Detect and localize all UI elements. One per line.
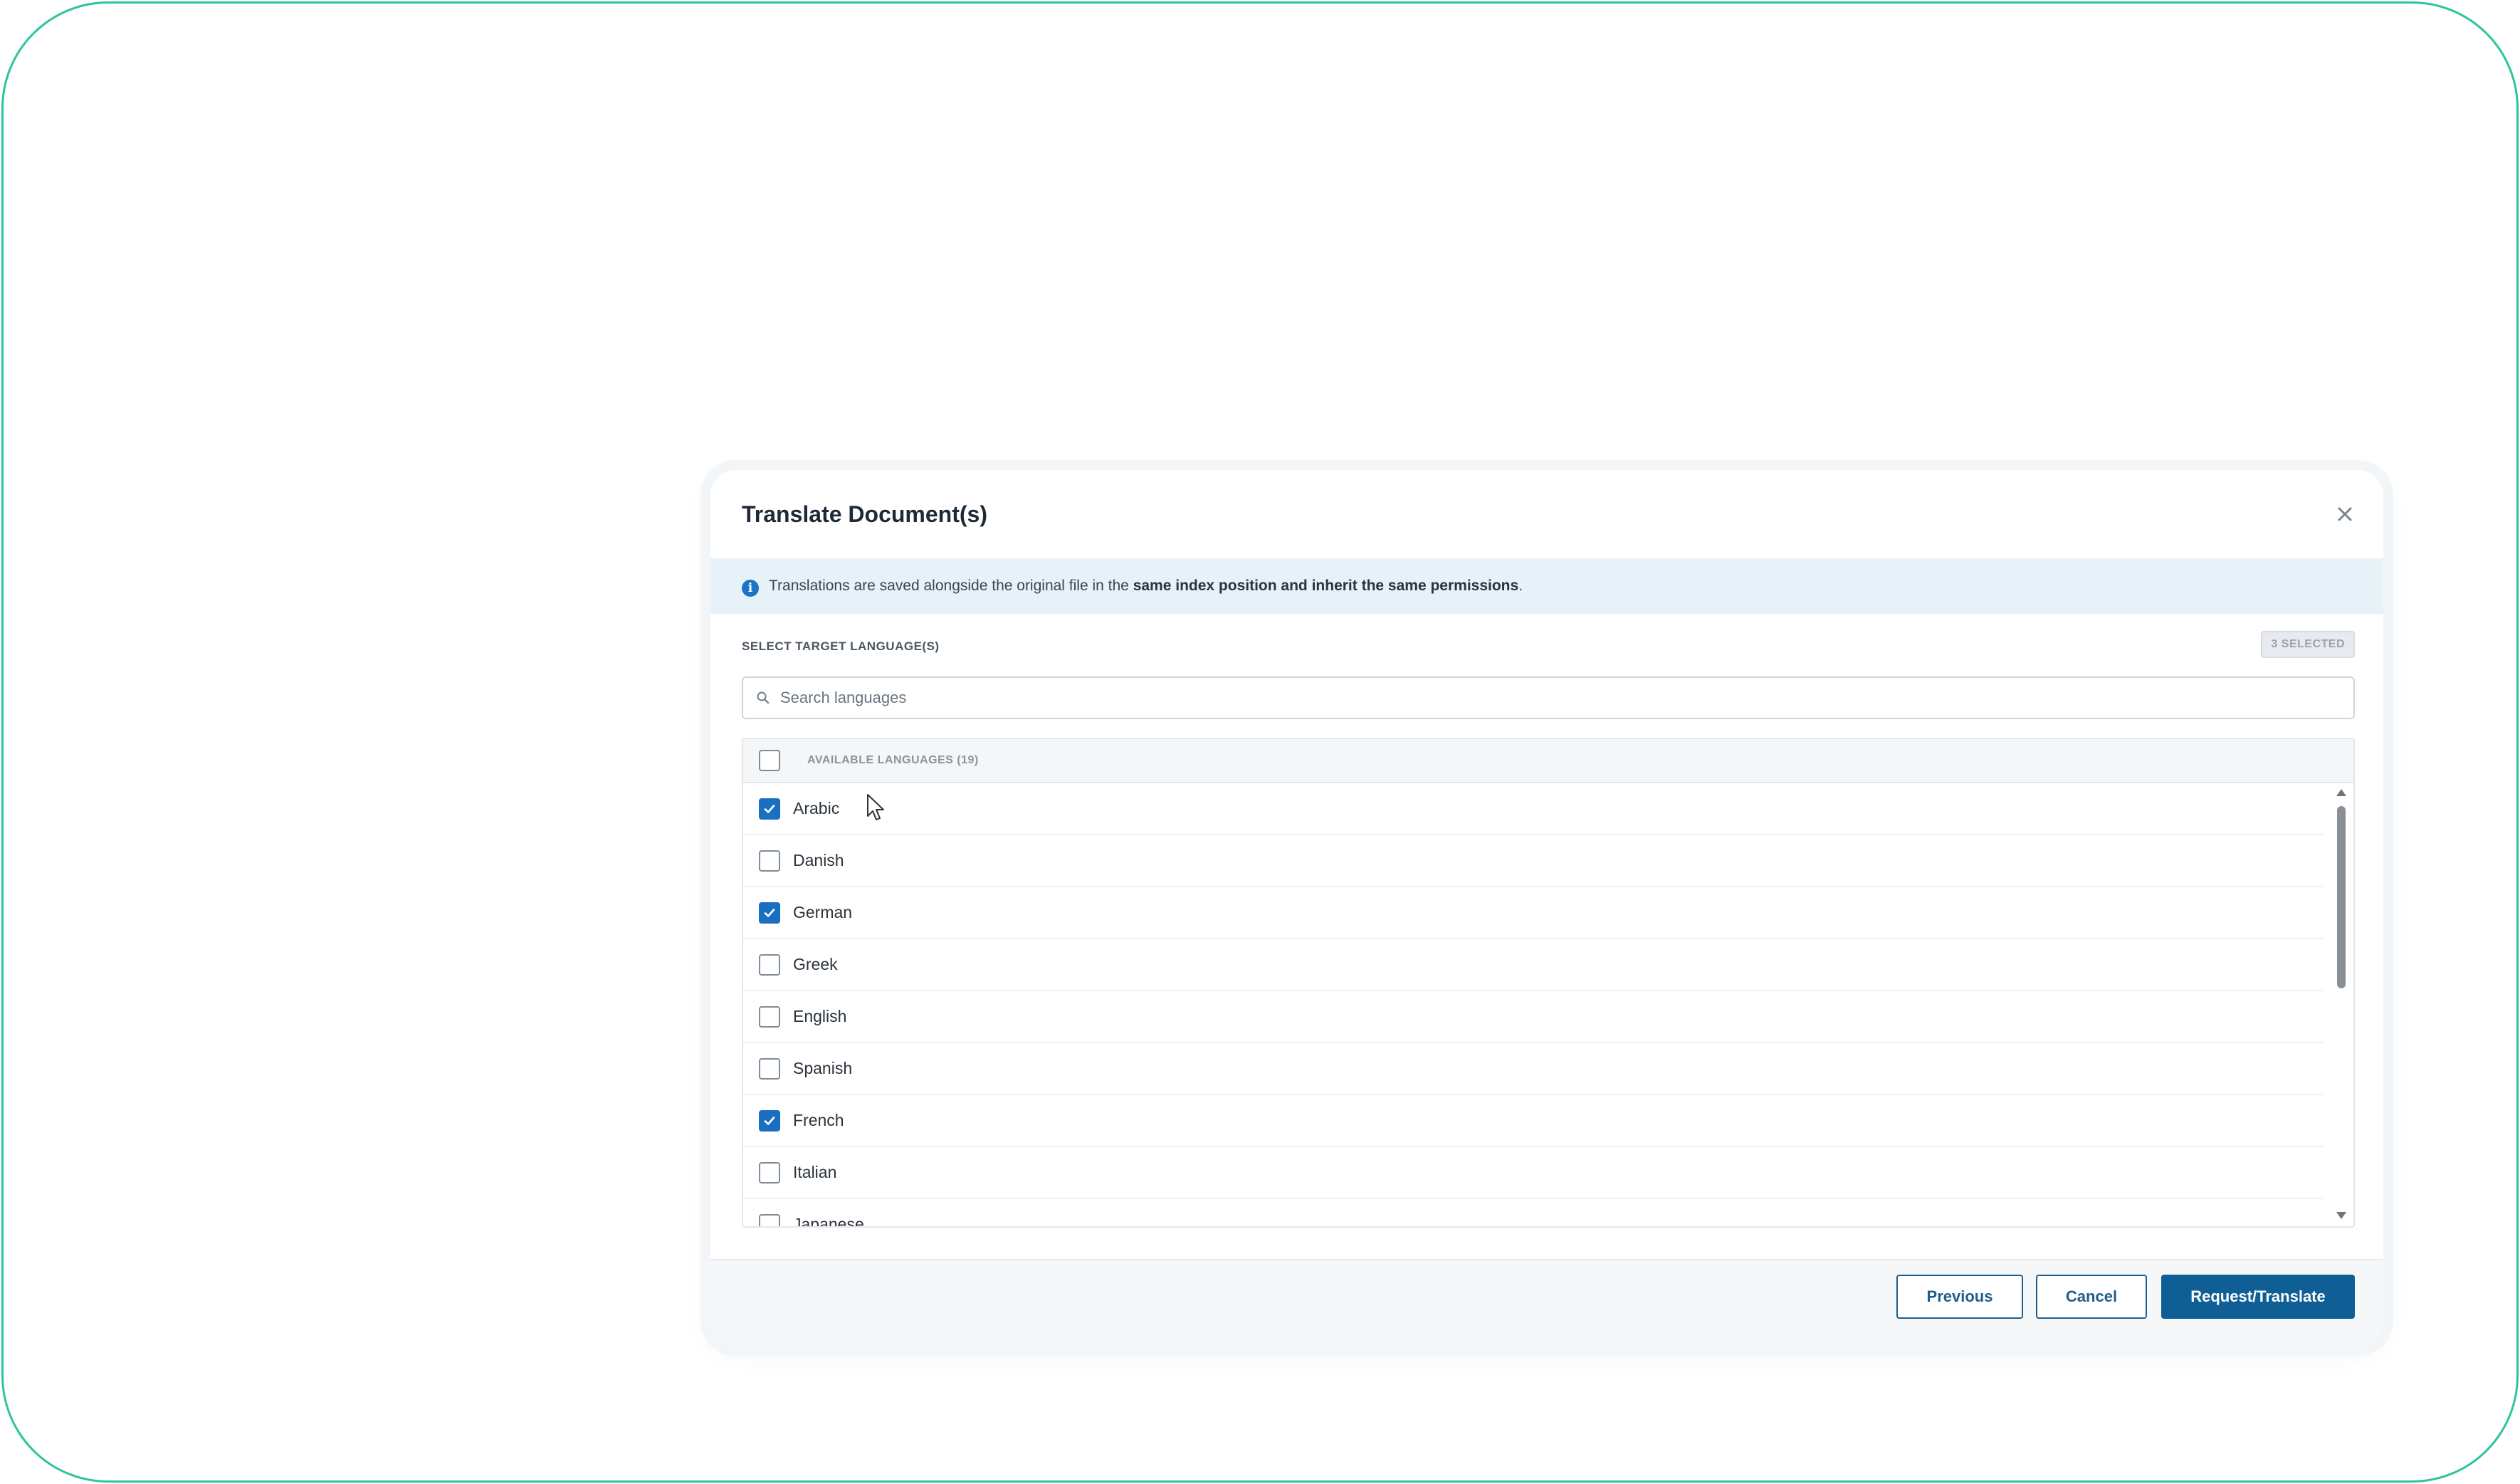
language-row[interactable]: Greek: [743, 939, 2324, 991]
list-scrollbar[interactable]: [2331, 783, 2349, 1226]
select-all-checkbox[interactable]: [759, 750, 780, 771]
request-translate-button[interactable]: Request/Translate: [2161, 1275, 2355, 1319]
dialog-title: Translate Document(s): [742, 501, 987, 527]
info-icon: i: [742, 580, 759, 597]
language-label: French: [793, 1111, 844, 1129]
language-checkbox[interactable]: [759, 850, 780, 872]
language-label: Arabic: [793, 799, 840, 817]
language-checkbox[interactable]: [759, 953, 780, 976]
language-row[interactable]: French: [743, 1095, 2324, 1147]
language-checkbox[interactable]: [759, 1057, 780, 1080]
checkmark-icon: [764, 1116, 775, 1125]
language-label: Danish: [793, 851, 844, 869]
cancel-button[interactable]: Cancel: [2036, 1275, 2147, 1319]
scroll-up-icon[interactable]: [2336, 789, 2346, 796]
info-banner: i Translations are saved alongside the o…: [710, 558, 2383, 614]
language-label: English: [793, 1007, 847, 1025]
language-label: Spanish: [793, 1059, 853, 1077]
mouse-cursor-icon: [867, 794, 884, 820]
language-label: German: [793, 903, 853, 921]
language-checkbox[interactable]: [759, 902, 780, 924]
list-header-label: AVAILABLE LANGUAGES (19): [807, 754, 979, 766]
previous-button[interactable]: Previous: [1896, 1275, 2023, 1319]
dialog-header: Translate Document(s): [710, 470, 2383, 558]
language-checkbox[interactable]: [759, 1005, 780, 1028]
selected-count-badge: 3 SELECTED: [2261, 631, 2355, 658]
scroll-thumb[interactable]: [2337, 806, 2346, 988]
translate-dialog: Translate Document(s) i Translations are…: [710, 470, 2383, 1346]
language-label: Italian: [793, 1163, 837, 1181]
language-label: Japanese: [793, 1215, 864, 1228]
language-list: AVAILABLE LANGUAGES (19) Arabic Danish Ger…: [742, 738, 2355, 1228]
search-input[interactable]: [780, 689, 2341, 707]
search-icon: [757, 691, 770, 704]
language-row[interactable]: Danish: [743, 835, 2324, 887]
section-label: SELECT TARGET LANGUAGE(S): [742, 639, 940, 653]
scroll-down-icon[interactable]: [2336, 1212, 2346, 1219]
language-row[interactable]: Spanish: [743, 1043, 2324, 1095]
language-checkbox[interactable]: [759, 1109, 780, 1132]
language-checkbox[interactable]: [759, 1213, 780, 1226]
search-box[interactable]: [742, 676, 2355, 719]
language-row[interactable]: Japanese: [743, 1199, 2324, 1228]
language-row[interactable]: Arabic: [743, 783, 2324, 835]
language-label: Greek: [793, 955, 838, 973]
language-row[interactable]: English: [743, 991, 2324, 1043]
language-row[interactable]: Italian: [743, 1147, 2324, 1199]
language-row[interactable]: German: [743, 887, 2324, 939]
language-rows: Arabic Danish German Greek English Spanish Fre…: [743, 783, 2353, 1228]
close-icon: [2338, 507, 2352, 521]
checkmark-icon: [764, 908, 775, 917]
checkmark-icon: [764, 804, 775, 813]
language-checkbox[interactable]: [759, 1161, 780, 1183]
list-header: AVAILABLE LANGUAGES (19): [743, 739, 2353, 783]
info-text: Translations are saved alongside the ori…: [769, 578, 1523, 594]
language-checkbox[interactable]: [759, 798, 780, 820]
close-button[interactable]: [2332, 501, 2358, 527]
